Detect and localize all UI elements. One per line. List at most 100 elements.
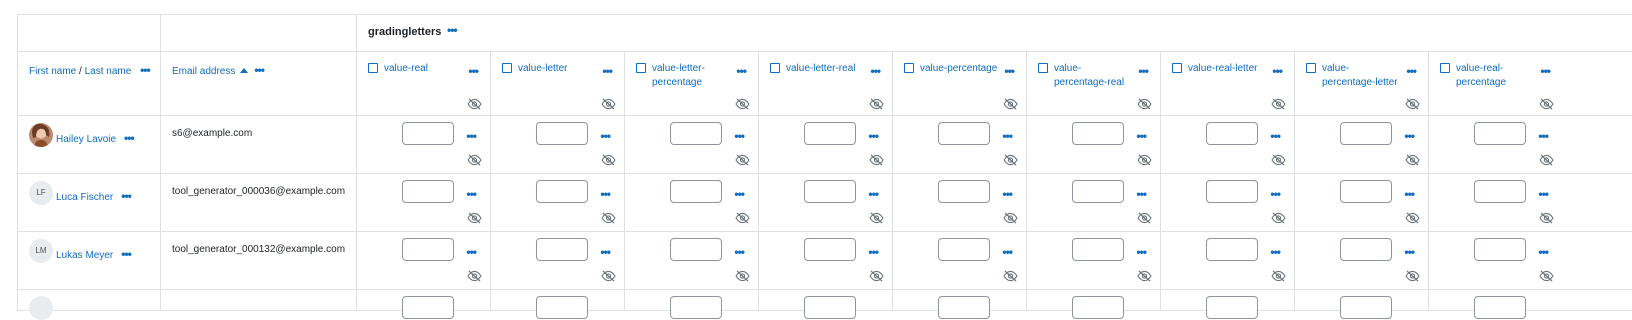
grade-input[interactable] [1474, 180, 1526, 203]
grade-item-menu-button[interactable]: ••• [1138, 65, 1149, 77]
grade-input[interactable] [402, 180, 454, 203]
user-menu-button[interactable]: ••• [121, 189, 132, 203]
grade-input[interactable] [1072, 238, 1124, 261]
eye-slash-icon[interactable] [735, 97, 750, 110]
grade-cell-menu-button[interactable]: ••• [466, 188, 477, 200]
user-name-link[interactable]: Hailey Lavoie [56, 134, 116, 145]
checkbox-icon[interactable] [502, 63, 512, 73]
grade-input[interactable] [804, 238, 856, 261]
eye-slash-icon[interactable] [1003, 269, 1018, 282]
eye-slash-icon[interactable] [1271, 211, 1286, 224]
sort-first-name-link[interactable]: First name [29, 66, 76, 77]
grade-item-link[interactable]: value-real-letter [1188, 62, 1268, 76]
grade-input[interactable] [536, 238, 588, 261]
grade-cell-menu-button[interactable]: ••• [868, 246, 879, 258]
name-menu-button[interactable]: ••• [140, 63, 151, 77]
avatar[interactable]: LF [29, 181, 53, 205]
grade-item-link[interactable]: value-letter-percentage [652, 62, 732, 90]
grade-item-link[interactable]: value-letter [518, 62, 598, 76]
grade-item-menu-button[interactable]: ••• [468, 65, 479, 77]
grade-item-menu-button[interactable]: ••• [1272, 65, 1283, 77]
checkbox-icon[interactable] [1038, 63, 1048, 73]
grade-item-link[interactable]: value-letter-real [786, 62, 866, 76]
grade-cell-menu-button[interactable]: ••• [1270, 130, 1281, 142]
grade-item-link[interactable]: value-real-percentage [1456, 62, 1536, 90]
eye-slash-icon[interactable] [467, 269, 482, 282]
eye-slash-icon[interactable] [1539, 211, 1554, 224]
grade-cell-menu-button[interactable]: ••• [1002, 130, 1013, 142]
grade-input[interactable] [1340, 238, 1392, 261]
grade-input[interactable] [1340, 122, 1392, 145]
eye-slash-icon[interactable] [1271, 97, 1286, 110]
eye-slash-icon[interactable] [1405, 153, 1420, 166]
grade-input[interactable] [1474, 238, 1526, 261]
grade-input[interactable] [804, 122, 856, 145]
grade-cell-menu-button[interactable]: ••• [1136, 246, 1147, 258]
checkbox-icon[interactable] [1172, 63, 1182, 73]
grade-item-menu-button[interactable]: ••• [870, 65, 881, 77]
grade-input[interactable] [670, 122, 722, 145]
grade-input[interactable] [804, 296, 856, 319]
grade-input[interactable] [536, 122, 588, 145]
eye-slash-icon[interactable] [601, 211, 616, 224]
checkbox-icon[interactable] [1440, 63, 1450, 73]
grade-item-link[interactable]: value-percentage [920, 62, 1000, 76]
grade-input[interactable] [670, 238, 722, 261]
grade-input[interactable] [1474, 296, 1526, 319]
grade-input[interactable] [536, 180, 588, 203]
email-menu-button[interactable]: ••• [254, 63, 265, 77]
eye-slash-icon[interactable] [467, 211, 482, 224]
grade-cell-menu-button[interactable]: ••• [600, 188, 611, 200]
grade-input[interactable] [1474, 122, 1526, 145]
grade-input[interactable] [670, 296, 722, 319]
checkbox-icon[interactable] [636, 63, 646, 73]
grade-item-link[interactable]: value-real [384, 62, 464, 76]
grade-input[interactable] [938, 180, 990, 203]
eye-slash-icon[interactable] [1405, 97, 1420, 110]
grade-cell-menu-button[interactable]: ••• [734, 246, 745, 258]
eye-slash-icon[interactable] [1137, 269, 1152, 282]
avatar[interactable]: LM [29, 239, 53, 263]
grade-input[interactable] [938, 122, 990, 145]
grade-input[interactable] [1072, 180, 1124, 203]
eye-slash-icon[interactable] [1405, 269, 1420, 282]
grade-input[interactable] [670, 180, 722, 203]
eye-slash-icon[interactable] [601, 269, 616, 282]
grade-input[interactable] [1340, 296, 1392, 319]
grade-cell-menu-button[interactable]: ••• [1538, 188, 1549, 200]
eye-slash-icon[interactable] [1539, 153, 1554, 166]
eye-slash-icon[interactable] [869, 153, 884, 166]
user-menu-button[interactable]: ••• [124, 131, 135, 145]
eye-slash-icon[interactable] [1003, 211, 1018, 224]
user-menu-button[interactable]: ••• [121, 247, 132, 261]
eye-slash-icon[interactable] [1271, 269, 1286, 282]
eye-slash-icon[interactable] [1137, 153, 1152, 166]
grade-input[interactable] [536, 296, 588, 319]
grade-input[interactable] [1340, 180, 1392, 203]
avatar[interactable] [29, 123, 53, 147]
grade-input[interactable] [1206, 122, 1258, 145]
checkbox-icon[interactable] [368, 63, 378, 73]
eye-slash-icon[interactable] [735, 211, 750, 224]
eye-slash-icon[interactable] [601, 97, 616, 110]
eye-slash-icon[interactable] [1405, 211, 1420, 224]
sort-email-link[interactable]: Email address [172, 66, 235, 77]
grade-input[interactable] [402, 122, 454, 145]
eye-slash-icon[interactable] [467, 97, 482, 110]
eye-slash-icon[interactable] [869, 269, 884, 282]
grade-cell-menu-button[interactable]: ••• [466, 246, 477, 258]
grade-cell-menu-button[interactable]: ••• [1002, 188, 1013, 200]
grade-cell-menu-button[interactable]: ••• [1404, 188, 1415, 200]
grade-input[interactable] [1206, 238, 1258, 261]
eye-slash-icon[interactable] [1137, 211, 1152, 224]
grade-cell-menu-button[interactable]: ••• [1538, 246, 1549, 258]
grade-cell-menu-button[interactable]: ••• [868, 188, 879, 200]
grade-item-menu-button[interactable]: ••• [602, 65, 613, 77]
grade-item-menu-button[interactable]: ••• [736, 65, 747, 77]
grade-input[interactable] [938, 296, 990, 319]
eye-slash-icon[interactable] [1003, 97, 1018, 110]
checkbox-icon[interactable] [904, 63, 914, 73]
grade-cell-menu-button[interactable]: ••• [1270, 246, 1281, 258]
grade-cell-menu-button[interactable]: ••• [868, 130, 879, 142]
grade-input[interactable] [938, 238, 990, 261]
